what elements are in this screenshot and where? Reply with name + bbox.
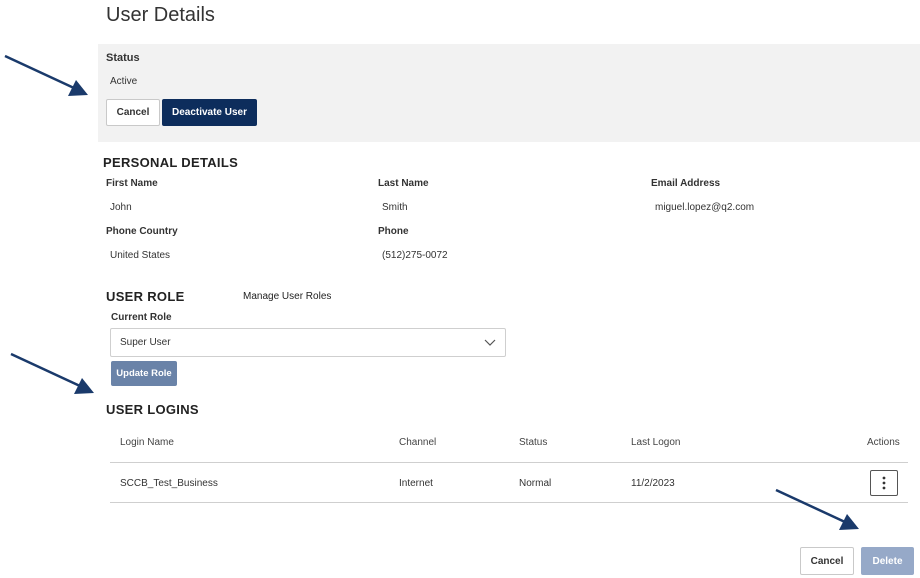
status-value: Active bbox=[110, 76, 138, 87]
phone-country-label: Phone Country bbox=[106, 226, 178, 237]
channel-cell: Internet bbox=[399, 478, 433, 489]
phone-value: (512)275-0072 bbox=[382, 250, 448, 261]
phone-label: Phone bbox=[378, 226, 409, 237]
current-role-value: Super User bbox=[120, 337, 171, 348]
deactivate-user-button[interactable]: Deactivate User bbox=[162, 99, 257, 126]
row-actions-button[interactable] bbox=[870, 470, 898, 496]
first-name-label: First Name bbox=[106, 178, 158, 189]
last-name-value: Smith bbox=[382, 202, 408, 213]
status-panel bbox=[98, 44, 920, 142]
col-header-channel: Channel bbox=[399, 437, 437, 448]
phone-country-value: United States bbox=[110, 250, 171, 261]
manage-user-roles-link[interactable]: Manage User Roles bbox=[243, 291, 331, 302]
current-role-select[interactable]: Super User bbox=[110, 328, 506, 357]
footer-cancel-button[interactable]: Cancel bbox=[800, 547, 854, 575]
table-row-divider bbox=[110, 502, 908, 503]
delete-button[interactable]: Delete bbox=[861, 547, 914, 575]
last-name-label: Last Name bbox=[378, 178, 429, 189]
col-header-status: Status bbox=[519, 437, 548, 448]
login-name-cell: SCCB_Test_Business bbox=[120, 478, 218, 489]
status-cell: Normal bbox=[519, 478, 552, 489]
col-header-actions: Actions bbox=[867, 437, 900, 448]
page-title: User Details bbox=[106, 4, 215, 26]
status-label: Status bbox=[106, 52, 140, 64]
email-label: Email Address bbox=[651, 178, 721, 189]
annotation-arrow-logins bbox=[10, 352, 94, 394]
vertical-ellipsis-icon bbox=[882, 476, 886, 490]
user-logins-heading: USER LOGINS bbox=[106, 402, 199, 417]
user-role-heading: USER ROLE bbox=[106, 289, 185, 304]
chevron-down-icon bbox=[484, 339, 496, 346]
col-header-last-logon: Last Logon bbox=[631, 437, 681, 448]
annotation-arrow-status bbox=[4, 54, 88, 96]
first-name-value: John bbox=[110, 202, 132, 213]
annotation-arrow-delete bbox=[775, 488, 859, 530]
last-logon-cell: 11/2/2023 bbox=[631, 478, 675, 489]
current-role-label: Current Role bbox=[111, 312, 172, 323]
update-role-button[interactable]: Update Role bbox=[111, 361, 177, 386]
personal-details-heading: PERSONAL DETAILS bbox=[103, 155, 239, 170]
email-value: miguel.lopez@q2.com bbox=[655, 202, 755, 213]
col-header-login-name: Login Name bbox=[120, 437, 174, 448]
table-header-divider bbox=[110, 462, 908, 463]
cancel-button[interactable]: Cancel bbox=[106, 99, 160, 126]
